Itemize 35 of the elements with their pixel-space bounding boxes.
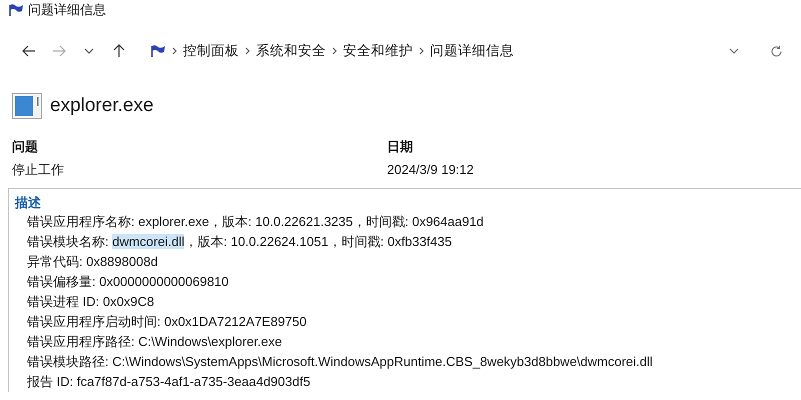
field-value: 2024/3/9 19:12 (387, 161, 474, 179)
breadcrumb-item[interactable]: 系统和安全 (256, 40, 326, 62)
description-text: ，版本: 10.0.22624.1051，时间戳: 0xfb33f435 (184, 234, 452, 249)
description-line: 报告 ID: fca7f87d-a753-4af1-a735-3eaa4d903df5 (26, 373, 312, 391)
window-title: 问题详细信息 (28, 1, 106, 20)
back-arrow-icon (22, 45, 36, 57)
description-line: 错误应用程序启动时间: 0x0x1DA7212A7E89750 (26, 313, 308, 331)
description-line: 错误模块路径: C:\Windows\SystemApps\Microsoft.WindowsAppRuntime.CBS_8wekyb3d8bbwe\dwmcorei.dll (26, 353, 654, 371)
up-arrow-icon (113, 44, 125, 58)
forward-arrow-icon (52, 45, 66, 57)
flag-icon (150, 44, 166, 58)
chevron-right-icon (332, 47, 337, 55)
description-line: 错误进程 ID: 0x0x9C8 (26, 293, 156, 311)
chevron-right-icon (172, 47, 177, 55)
section-heading: 描述 (15, 194, 42, 212)
chevron-right-icon (419, 47, 424, 55)
selected-text: dwmcorei.dll (112, 234, 184, 249)
field-label: 问题 (12, 138, 39, 156)
description-line: 错误偏移量: 0x0000000000069810 (26, 273, 230, 291)
field-value: 停止工作 (12, 161, 65, 179)
chevron-right-icon (245, 47, 250, 55)
description-line: 错误应用程序路径: C:\Windows\explorer.exe (26, 333, 284, 351)
breadcrumb-item[interactable]: 问题详细信息 (430, 40, 514, 62)
chevron-down-icon (84, 48, 94, 54)
refresh-icon (770, 44, 782, 58)
flag-icon (8, 3, 24, 17)
description-text: 错误模块名称: (27, 234, 110, 249)
description-line: 异常代码: 0x8898008d (26, 253, 159, 271)
breadcrumb-item[interactable]: 安全和维护 (343, 40, 413, 62)
field-label: 日期 (387, 138, 414, 156)
breadcrumb-item[interactable]: 控制面板 (183, 40, 239, 62)
application-name: explorer.exe (50, 94, 154, 118)
application-icon (12, 93, 42, 120)
description-line: 错误应用程序名称: explorer.exe，版本: 10.0.22621.3235，时间戳: 0x964aa91d (26, 213, 485, 231)
chevron-down-icon (729, 48, 739, 54)
